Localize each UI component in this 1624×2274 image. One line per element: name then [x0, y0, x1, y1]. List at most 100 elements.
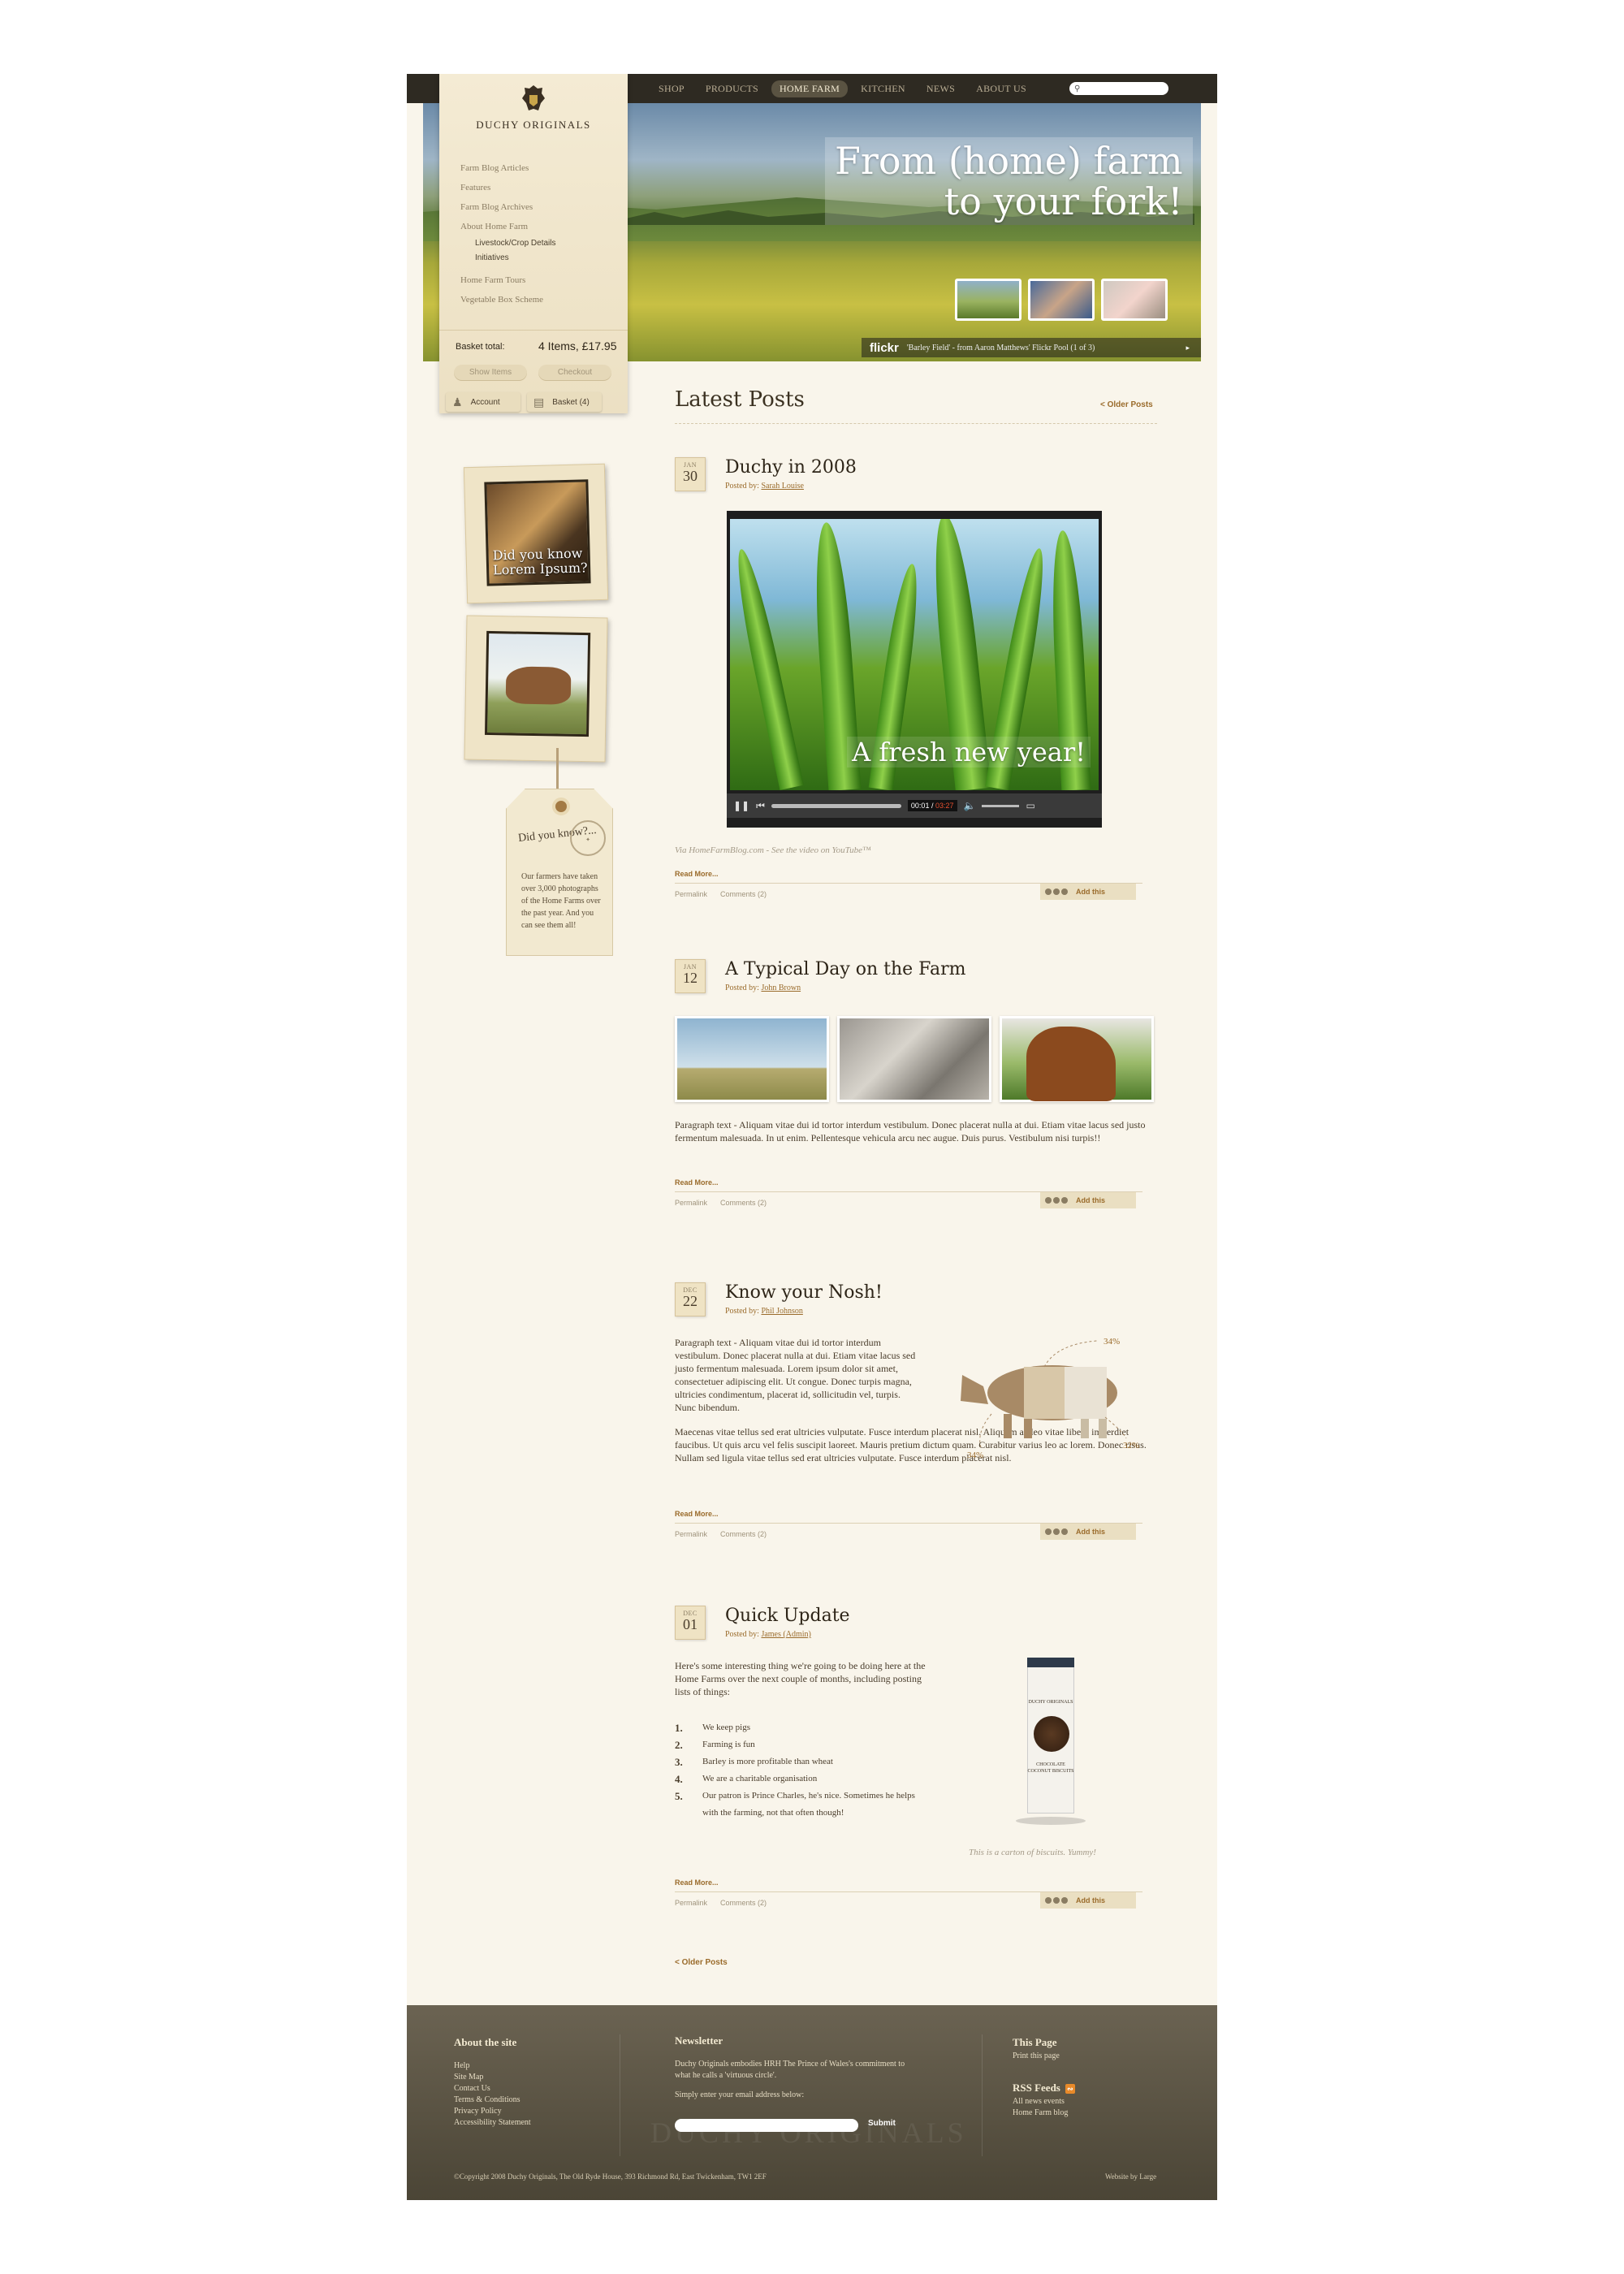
read-more-link[interactable]: Read More... — [675, 1178, 719, 1187]
submit-button[interactable]: Submit — [868, 2119, 896, 2128]
video-player[interactable]: A fresh new year! ❚❚ ⏮ 00:01 / 03:27 🔈 ▭ — [727, 511, 1102, 828]
sidebar-subitem-initiatives[interactable]: Initiatives — [460, 251, 615, 266]
nav-shop[interactable]: SHOP — [650, 80, 693, 97]
post-title[interactable]: A Typical Day on the Farm — [725, 959, 965, 979]
permalink[interactable]: Permalink — [675, 1899, 707, 1907]
post-title[interactable]: Quick Update — [725, 1606, 850, 1626]
horse-photo[interactable] — [1000, 1016, 1154, 1102]
permalink[interactable]: Permalink — [675, 890, 707, 898]
post-author-link[interactable]: John Brown — [761, 984, 801, 992]
cow-shape — [505, 666, 572, 705]
permalink[interactable]: Permalink — [675, 1530, 707, 1538]
older-posts-link-top[interactable]: < Older Posts — [1100, 400, 1153, 409]
hero-thumbnails — [955, 279, 1168, 321]
comments-link[interactable]: Comments (2) — [720, 1899, 767, 1907]
did-you-know-photo[interactable]: Did you know Lorem Ipsum? — [463, 463, 609, 604]
nav-news[interactable]: NEWS — [918, 80, 963, 97]
hero-thumb-pig[interactable] — [1101, 279, 1168, 321]
list-item: 5. Our patron is Prince Charles, he's nic… — [675, 1788, 918, 1822]
older-posts-link-bottom[interactable]: < Older Posts — [675, 1958, 728, 1967]
share-icons — [1045, 888, 1068, 895]
nav-about-us[interactable]: ABOUT US — [968, 80, 1034, 97]
search-input[interactable]: ⚲ — [1069, 82, 1168, 95]
add-this-button[interactable]: Add this — [1040, 884, 1136, 900]
show-items-button[interactable]: Show Items — [454, 365, 527, 381]
nav-kitchen[interactable]: KITCHEN — [853, 80, 914, 97]
biscuit-carton-image[interactable]: DUCHY ORIGINALS CHOCOLATE COCONUT BISCUI… — [1016, 1658, 1086, 1831]
pct-top: 34% — [1104, 1337, 1120, 1347]
logo[interactable]: DUCHY ORIGINALS — [439, 84, 628, 132]
hero-headline-line1: From (home) farm — [835, 139, 1183, 183]
read-more-link[interactable]: Read More... — [675, 1878, 719, 1887]
road-photo[interactable] — [675, 1016, 829, 1102]
hero-thumb-farmer[interactable] — [1028, 279, 1095, 321]
email-field[interactable] — [675, 2119, 858, 2132]
add-this-button[interactable]: Add this — [1040, 1192, 1136, 1208]
flickr-logo[interactable]: flickr — [870, 341, 899, 355]
basket-summary: Basket total: 4 Items, £17.95 Show Items… — [439, 330, 628, 387]
rss-link-blog[interactable]: Home Farm blog — [1013, 2108, 1075, 2119]
sidebar-item-vegetable-box[interactable]: Vegetable Box Scheme — [460, 290, 615, 309]
nav-products[interactable]: PRODUCTS — [698, 80, 767, 97]
sidebar-item-home-farm-tours[interactable]: Home Farm Tours — [460, 270, 615, 290]
skip-back-icon[interactable]: ⏮ — [756, 800, 765, 812]
post-author-link[interactable]: Phil Johnson — [761, 1307, 802, 1316]
video-time: 00:01 / 03:27 — [907, 800, 957, 811]
sidebar-nav: Farm Blog Articles Features Farm Blog Ar… — [460, 158, 615, 309]
sidebar-item-features[interactable]: Features — [460, 178, 615, 197]
footer-divider — [982, 2034, 983, 2156]
video-progress-bar[interactable] — [771, 803, 901, 808]
site-credit[interactable]: Website by Large — [1105, 2172, 1156, 2181]
add-this-button[interactable]: Add this — [1040, 1892, 1136, 1909]
list-item: 3. Barley is more profitable than wheat — [675, 1753, 918, 1770]
footer-link-terms[interactable]: Terms & Conditions — [454, 2095, 531, 2106]
checkout-button[interactable]: Checkout — [538, 365, 611, 381]
carton-top — [1027, 1658, 1074, 1667]
basket-button[interactable]: ▤ Basket (4) — [527, 392, 602, 412]
pig-photo[interactable] — [837, 1016, 991, 1102]
print-page-link[interactable]: Print this page — [1013, 2051, 1075, 2062]
footer-link-site-map[interactable]: Site Map — [454, 2072, 531, 2083]
basket-total-value: 4 Items, £17.95 — [538, 339, 617, 352]
post-title[interactable]: Duchy in 2008 — [725, 457, 857, 478]
sidebar-item-farm-blog-archives[interactable]: Farm Blog Archives — [460, 197, 615, 217]
sidebar-item-about-home-farm[interactable]: About Home Farm — [460, 217, 615, 236]
sidebar-item-farm-blog-articles[interactable]: Farm Blog Articles — [460, 158, 615, 178]
footer-link-help[interactable]: Help — [454, 2060, 531, 2072]
carton-brand: DUCHY ORIGINALS — [1028, 1700, 1073, 1705]
footer-link-privacy[interactable]: Privacy Policy — [454, 2106, 531, 2117]
post-title[interactable]: Know your Nosh! — [725, 1282, 883, 1303]
cow-photo-frame[interactable] — [464, 615, 608, 763]
post-date: DEC 22 — [675, 1282, 706, 1316]
add-this-button[interactable]: Add this — [1040, 1524, 1136, 1540]
video-screen[interactable]: A fresh new year! — [730, 519, 1099, 790]
sidebar-subitem-livestock[interactable]: Livestock/Crop Details — [460, 236, 615, 251]
comments-link[interactable]: Comments (2) — [720, 1199, 767, 1207]
footer-link-contact[interactable]: Contact Us — [454, 2083, 531, 2095]
hero-thumb-field[interactable] — [955, 279, 1021, 321]
account-button[interactable]: ♟ Account — [446, 392, 520, 412]
nav-home-farm[interactable]: HOME FARM — [771, 80, 849, 97]
fullscreen-icon[interactable]: ▭ — [1026, 800, 1034, 811]
time-elapsed: 00:01 — [910, 802, 930, 810]
read-more-link[interactable]: Read More... — [675, 870, 719, 878]
rss-icon[interactable]: ∾ — [1065, 2084, 1075, 2095]
list-item: 2. Farming is fun — [675, 1736, 918, 1753]
comments-link[interactable]: Comments (2) — [720, 1530, 767, 1538]
post-byline: Posted by: Phil Johnson — [725, 1307, 803, 1316]
read-more-link[interactable]: Read More... — [675, 1510, 719, 1518]
rss-link-news[interactable]: All news events — [1013, 2096, 1075, 2108]
posted-by-label: Posted by: — [725, 984, 759, 992]
permalink[interactable]: Permalink — [675, 1199, 707, 1207]
post-date: JAN 30 — [675, 457, 706, 491]
comments-link[interactable]: Comments (2) — [720, 890, 767, 898]
next-photo-icon[interactable]: ▸ — [1186, 344, 1190, 352]
volume-slider[interactable] — [982, 804, 1020, 807]
volume-icon[interactable]: 🔈 — [964, 800, 976, 811]
pause-icon[interactable]: ❚❚ — [733, 800, 749, 811]
footer-link-accessibility[interactable]: Accessibility Statement — [454, 2117, 531, 2129]
pig-silhouette — [961, 1365, 1117, 1438]
post-author-link[interactable]: James (Admin) — [761, 1630, 810, 1639]
pig-cuts-diagram: 34% 34% 32% — [961, 1337, 1139, 1460]
post-author-link[interactable]: Sarah Louise — [761, 482, 804, 491]
